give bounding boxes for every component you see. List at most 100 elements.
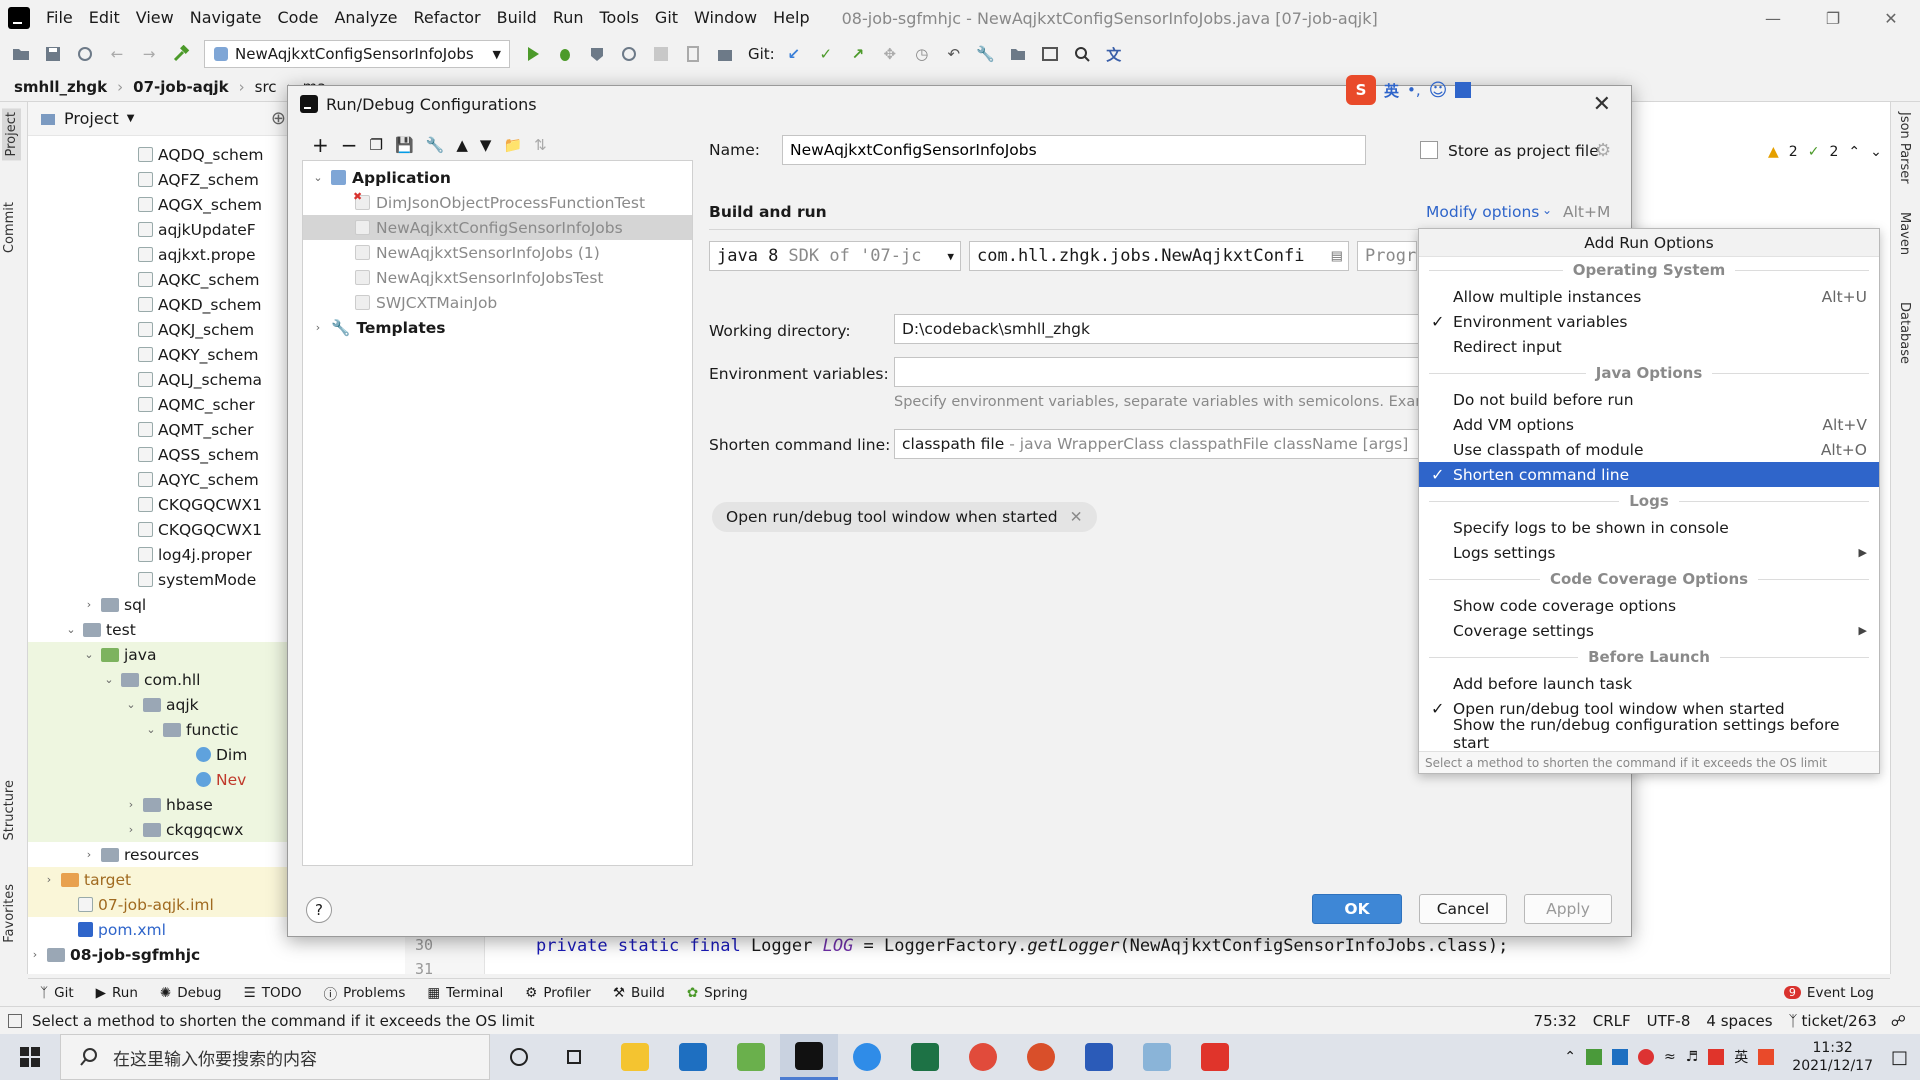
tree-row[interactable]: log4j.proper — [28, 542, 290, 567]
option-redirect-input[interactable]: Redirect input — [1419, 334, 1879, 359]
sogou-logo-icon[interactable]: S — [1346, 75, 1376, 105]
browse-icon[interactable]: ▤ — [1332, 246, 1342, 266]
word-icon[interactable] — [1070, 1034, 1128, 1080]
tree-config-item[interactable]: SWJCXTMainJob — [355, 290, 497, 315]
build-hammer-icon[interactable] — [168, 41, 194, 67]
tree-row[interactable]: systemMode — [28, 567, 290, 592]
tree-row[interactable]: AQSS_schem — [28, 442, 290, 467]
menu-file[interactable]: File — [38, 0, 81, 36]
menu-refactor[interactable]: Refactor — [406, 0, 489, 36]
clock[interactable]: 11:32 2021/12/17 — [1792, 1039, 1873, 1075]
git-branch[interactable]: ticket/263 — [1802, 1012, 1877, 1030]
tree-row[interactable]: AQKJ_schem — [28, 317, 290, 342]
file-explorer-icon[interactable] — [606, 1034, 664, 1080]
tree-row[interactable]: AQFZ_schem — [28, 167, 290, 192]
tree-row[interactable]: aqjkxt.prope — [28, 242, 290, 267]
add-icon[interactable]: + — [312, 133, 329, 157]
snail-app-icon[interactable] — [1012, 1034, 1070, 1080]
tree-row[interactable]: › 08-job-sgfmhjc — [28, 942, 290, 967]
option-before-launch-task[interactable]: Add before launch task — [1419, 671, 1879, 696]
outlook-icon[interactable] — [664, 1034, 722, 1080]
tree-row[interactable]: AQMC_scher — [28, 392, 290, 417]
warning-icon[interactable]: ▲ — [1768, 144, 1779, 160]
tab-commit[interactable]: Commit — [2, 202, 17, 253]
tray-chevron-icon[interactable]: ⌃ — [1564, 1049, 1576, 1065]
tree-row[interactable]: pom.xml — [28, 917, 290, 942]
tray-security-icon[interactable] — [1637, 1049, 1654, 1065]
help-button[interactable]: ? — [306, 897, 332, 923]
option-shorten-command[interactable]: ✓ Shorten command line — [1419, 462, 1879, 487]
tree-row[interactable]: › ckqgqcwx — [28, 817, 290, 842]
chevron-down-icon[interactable]: ⌄ — [82, 648, 96, 661]
app-green-icon[interactable] — [722, 1034, 780, 1080]
main-class-input[interactable]: com.hll.zhgk.jobs.NewAqjkxtConfi ▤ — [969, 241, 1349, 271]
cortana-icon[interactable] — [490, 1034, 548, 1080]
option-no-build[interactable]: Do not build before run — [1419, 387, 1879, 412]
menu-git[interactable]: Git — [647, 0, 686, 36]
chevron-down-icon[interactable]: ⌄ — [144, 723, 158, 736]
tree-row[interactable]: › target — [28, 867, 290, 892]
tree-row[interactable]: AQYC_schem — [28, 467, 290, 492]
save-all-icon[interactable] — [40, 41, 66, 67]
punctuation-icon[interactable]: •, — [1407, 81, 1421, 99]
forward-icon[interactable]: → — [136, 41, 162, 67]
tool-run[interactable]: ▶ Run — [96, 985, 138, 1001]
option-classpath-module[interactable]: Use classpath of module Alt+O — [1419, 437, 1879, 462]
option-allow-multiple[interactable]: Allow multiple instances Alt+U — [1419, 284, 1879, 309]
tree-row[interactable]: CKQGQCWX1 — [28, 517, 290, 542]
terminal-window-icon[interactable] — [1037, 41, 1063, 67]
project-icon[interactable] — [1005, 41, 1031, 67]
git-update-icon[interactable]: ↙ — [781, 41, 807, 67]
tree-row[interactable]: AQDQ_schem — [28, 142, 290, 167]
git-fetch-icon[interactable]: ✥ — [877, 41, 903, 67]
ok-button[interactable]: OK — [1312, 894, 1402, 924]
run-icon[interactable] — [520, 41, 546, 67]
chevron-right-icon[interactable]: › — [42, 873, 56, 886]
coverage-icon[interactable] — [584, 41, 610, 67]
menu-analyze[interactable]: Analyze — [326, 0, 405, 36]
name-input[interactable] — [782, 135, 1366, 165]
chevron-down-icon[interactable]: ▼ — [127, 113, 135, 124]
tray-app-icon[interactable] — [1585, 1049, 1602, 1065]
tool-git[interactable]: ᛉ Git — [40, 985, 74, 1001]
event-log[interactable]: 9 Event Log — [1783, 985, 1874, 1001]
tray-sogou-icon[interactable] — [1758, 1049, 1775, 1065]
next-highlight-icon[interactable]: ⌄ — [1870, 144, 1882, 160]
menu-window[interactable]: Window — [686, 0, 765, 36]
git-push-icon[interactable]: ↗ — [845, 41, 871, 67]
menu-code[interactable]: Code — [270, 0, 327, 36]
menu-edit[interactable]: Edit — [81, 0, 128, 36]
indent-setting[interactable]: 4 spaces — [1706, 1012, 1772, 1030]
excel-icon[interactable] — [896, 1034, 954, 1080]
volume-icon[interactable]: ♬ — [1686, 1049, 1699, 1065]
tree-application[interactable]: ⌄ Application — [311, 165, 450, 190]
tray-outlook-icon[interactable] — [1611, 1049, 1628, 1065]
modify-options-link[interactable]: Modify options — [1426, 203, 1539, 221]
chevron-right-icon[interactable]: › — [311, 321, 325, 334]
task-view-icon[interactable] — [548, 1034, 606, 1080]
tree-row[interactable]: Dim — [28, 742, 290, 767]
tree-row[interactable]: ⌄ aqjk — [28, 692, 290, 717]
store-as-project-checkbox[interactable] — [1420, 141, 1438, 159]
windows-start-icon[interactable] — [0, 1034, 60, 1080]
sync-icon[interactable] — [72, 41, 98, 67]
tree-row[interactable]: Nev — [28, 767, 290, 792]
option-show-settings[interactable]: Show the run/debug configuration setting… — [1419, 716, 1879, 752]
wifi-icon[interactable]: ≈ — [1664, 1049, 1676, 1065]
shorten-select[interactable]: classpath file - java WrapperClass class… — [894, 429, 1419, 459]
tree-templates[interactable]: › 🔧 Templates — [311, 315, 446, 340]
workdir-input[interactable]: D:\codeback\smhll_zhgk — [894, 314, 1419, 344]
tool-debug[interactable]: ✺ Debug — [160, 985, 222, 1001]
revert-icon[interactable]: ↶ — [941, 41, 967, 67]
project-view-label[interactable]: Project — [64, 109, 119, 128]
search-icon[interactable] — [1069, 41, 1095, 67]
tree-row[interactable]: ⌄ java — [28, 642, 290, 667]
tab-maven[interactable]: Maven — [1897, 212, 1912, 255]
chevron-down-icon[interactable]: ⌄ — [124, 698, 138, 711]
tool-spring[interactable]: ✿ Spring — [687, 985, 748, 1001]
emoji-icon[interactable]: ☺ — [1429, 80, 1448, 101]
open-folder-icon[interactable] — [8, 41, 34, 67]
check-icon[interactable]: ✓ — [1808, 144, 1820, 160]
program-args-input[interactable]: Progr — [1357, 241, 1417, 271]
welink-icon[interactable] — [1186, 1034, 1244, 1080]
